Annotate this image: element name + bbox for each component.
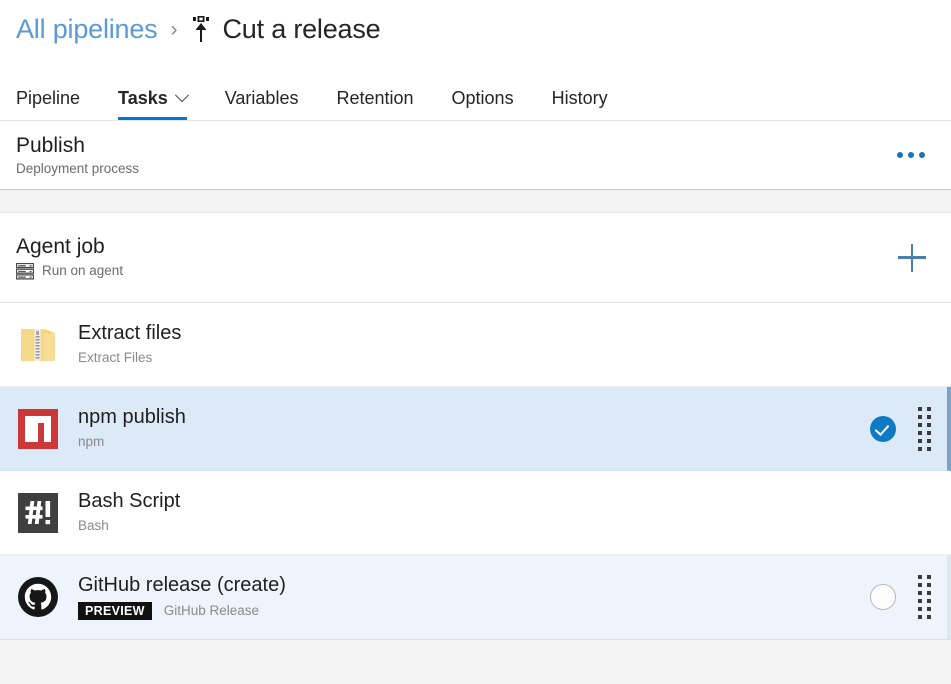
handle-dot — [927, 591, 931, 595]
server-rack-icon — [15, 262, 35, 280]
handle-dot — [927, 583, 931, 587]
publish-stage-title: Publish — [16, 133, 85, 157]
handle-dot — [927, 406, 931, 411]
agent-job-text: Agent job Run on agent — [15, 235, 124, 280]
add-task-icon[interactable] — [895, 241, 929, 275]
handle-dot — [927, 422, 931, 427]
handle-dot — [918, 575, 922, 579]
tab-history[interactable]: History — [552, 89, 608, 120]
handle-dot — [927, 430, 931, 435]
task-row-npm-publish[interactable]: npm publish npm — [0, 387, 951, 471]
dot-3 — [919, 152, 925, 158]
task-subtitle-wrap: PREVIEW GitHub Release — [78, 601, 870, 621]
tab-tasks-label: Tasks — [118, 88, 168, 108]
tab-pipeline-label: Pipeline — [16, 88, 81, 108]
tab-history-label: History — [551, 88, 608, 108]
task-subtitle-wrap: Extract Files — [78, 350, 951, 366]
handle-dot — [918, 430, 922, 435]
breadcrumb-all-pipelines-link[interactable]: All pipelines — [16, 15, 158, 43]
publish-stage-row[interactable]: Publish Deployment process — [0, 121, 951, 190]
task-list-footer — [0, 639, 951, 684]
handle-dot — [918, 607, 922, 611]
task-subtitle: npm — [78, 434, 105, 450]
drag-handle-icon[interactable] — [918, 575, 931, 619]
handle-dot — [918, 591, 922, 595]
handle-dot — [927, 446, 931, 451]
task-subtitle: GitHub Release — [163, 602, 260, 618]
tab-options-label: Options — [451, 88, 514, 108]
task-text-github-release: GitHub release (create) PREVIEW GitHub R… — [78, 574, 870, 621]
agent-job-subtitle: Run on agent — [42, 262, 124, 278]
agent-job-subtitle-wrap: Run on agent — [15, 262, 124, 280]
task-enabled-unchecked-icon[interactable] — [870, 584, 896, 610]
task-row-controls — [870, 575, 931, 619]
tab-variables-label: Variables — [224, 88, 299, 108]
task-row-bash-script[interactable]: Bash Script Bash — [0, 471, 951, 555]
handle-dot — [918, 406, 922, 411]
zip-folder-icon — [16, 323, 60, 367]
handle-dot — [927, 615, 931, 619]
section-divider — [0, 190, 951, 213]
task-text-extract-files: Extract files Extract Files — [78, 322, 951, 366]
task-name: Extract files — [78, 322, 182, 345]
publish-stage-subtitle: Deployment process — [16, 160, 140, 176]
breadcrumb: All pipelines › Cut a release — [0, 0, 951, 58]
release-icon — [188, 15, 214, 43]
task-enabled-checkmark-icon[interactable] — [870, 415, 896, 442]
npm-icon — [16, 407, 60, 451]
task-row-extract-files[interactable]: Extract files Extract Files — [0, 303, 951, 387]
task-row-controls — [870, 406, 931, 451]
breadcrumb-separator-icon: › — [170, 17, 178, 41]
task-subtitle-wrap: Bash — [78, 518, 951, 534]
task-name: npm publish — [78, 406, 186, 429]
publish-stage-text: Publish Deployment process — [16, 134, 139, 177]
agent-job-title: Agent job — [16, 235, 105, 259]
tab-bar: Pipeline Tasks Variables Retention Optio… — [0, 58, 951, 121]
status-badge-preview: PREVIEW — [78, 601, 152, 621]
handle-dot — [927, 438, 931, 443]
tab-retention[interactable]: Retention — [336, 89, 413, 120]
tab-retention-label: Retention — [336, 88, 414, 108]
handle-dot — [918, 615, 922, 619]
agent-job-row[interactable]: Agent job Run on agent — [0, 213, 951, 303]
tab-tasks[interactable]: Tasks — [118, 88, 189, 120]
handle-dot — [927, 607, 931, 611]
github-icon — [16, 575, 60, 619]
dot-1 — [897, 152, 903, 158]
handle-dot — [918, 599, 922, 603]
more-options-icon[interactable] — [891, 144, 931, 166]
task-text-bash-script: Bash Script Bash — [78, 490, 951, 534]
task-text-npm-publish: npm publish npm — [78, 406, 870, 450]
chevron-down-icon[interactable] — [174, 88, 189, 103]
handle-dot — [918, 446, 922, 451]
tab-variables[interactable]: Variables — [225, 89, 299, 120]
dot-2 — [908, 152, 914, 158]
handle-dot — [918, 422, 922, 427]
task-name: Bash Script — [78, 490, 181, 513]
bash-icon — [16, 491, 60, 535]
tab-active-underline — [118, 117, 187, 120]
handle-dot — [927, 575, 931, 579]
handle-dot — [918, 438, 922, 443]
tab-options[interactable]: Options — [452, 89, 514, 120]
page-title: Cut a release — [222, 13, 381, 44]
tab-pipeline[interactable]: Pipeline — [16, 89, 80, 120]
handle-dot — [927, 599, 931, 603]
drag-handle-icon[interactable] — [918, 406, 931, 451]
handle-dot — [918, 414, 922, 419]
task-subtitle: Extract Files — [78, 350, 153, 366]
task-row-github-release[interactable]: GitHub release (create) PREVIEW GitHub R… — [0, 555, 951, 639]
task-subtitle-wrap: npm — [78, 434, 870, 450]
handle-dot — [927, 414, 931, 419]
handle-dot — [918, 583, 922, 587]
task-name: GitHub release (create) — [78, 573, 286, 596]
task-subtitle: Bash — [78, 518, 109, 534]
